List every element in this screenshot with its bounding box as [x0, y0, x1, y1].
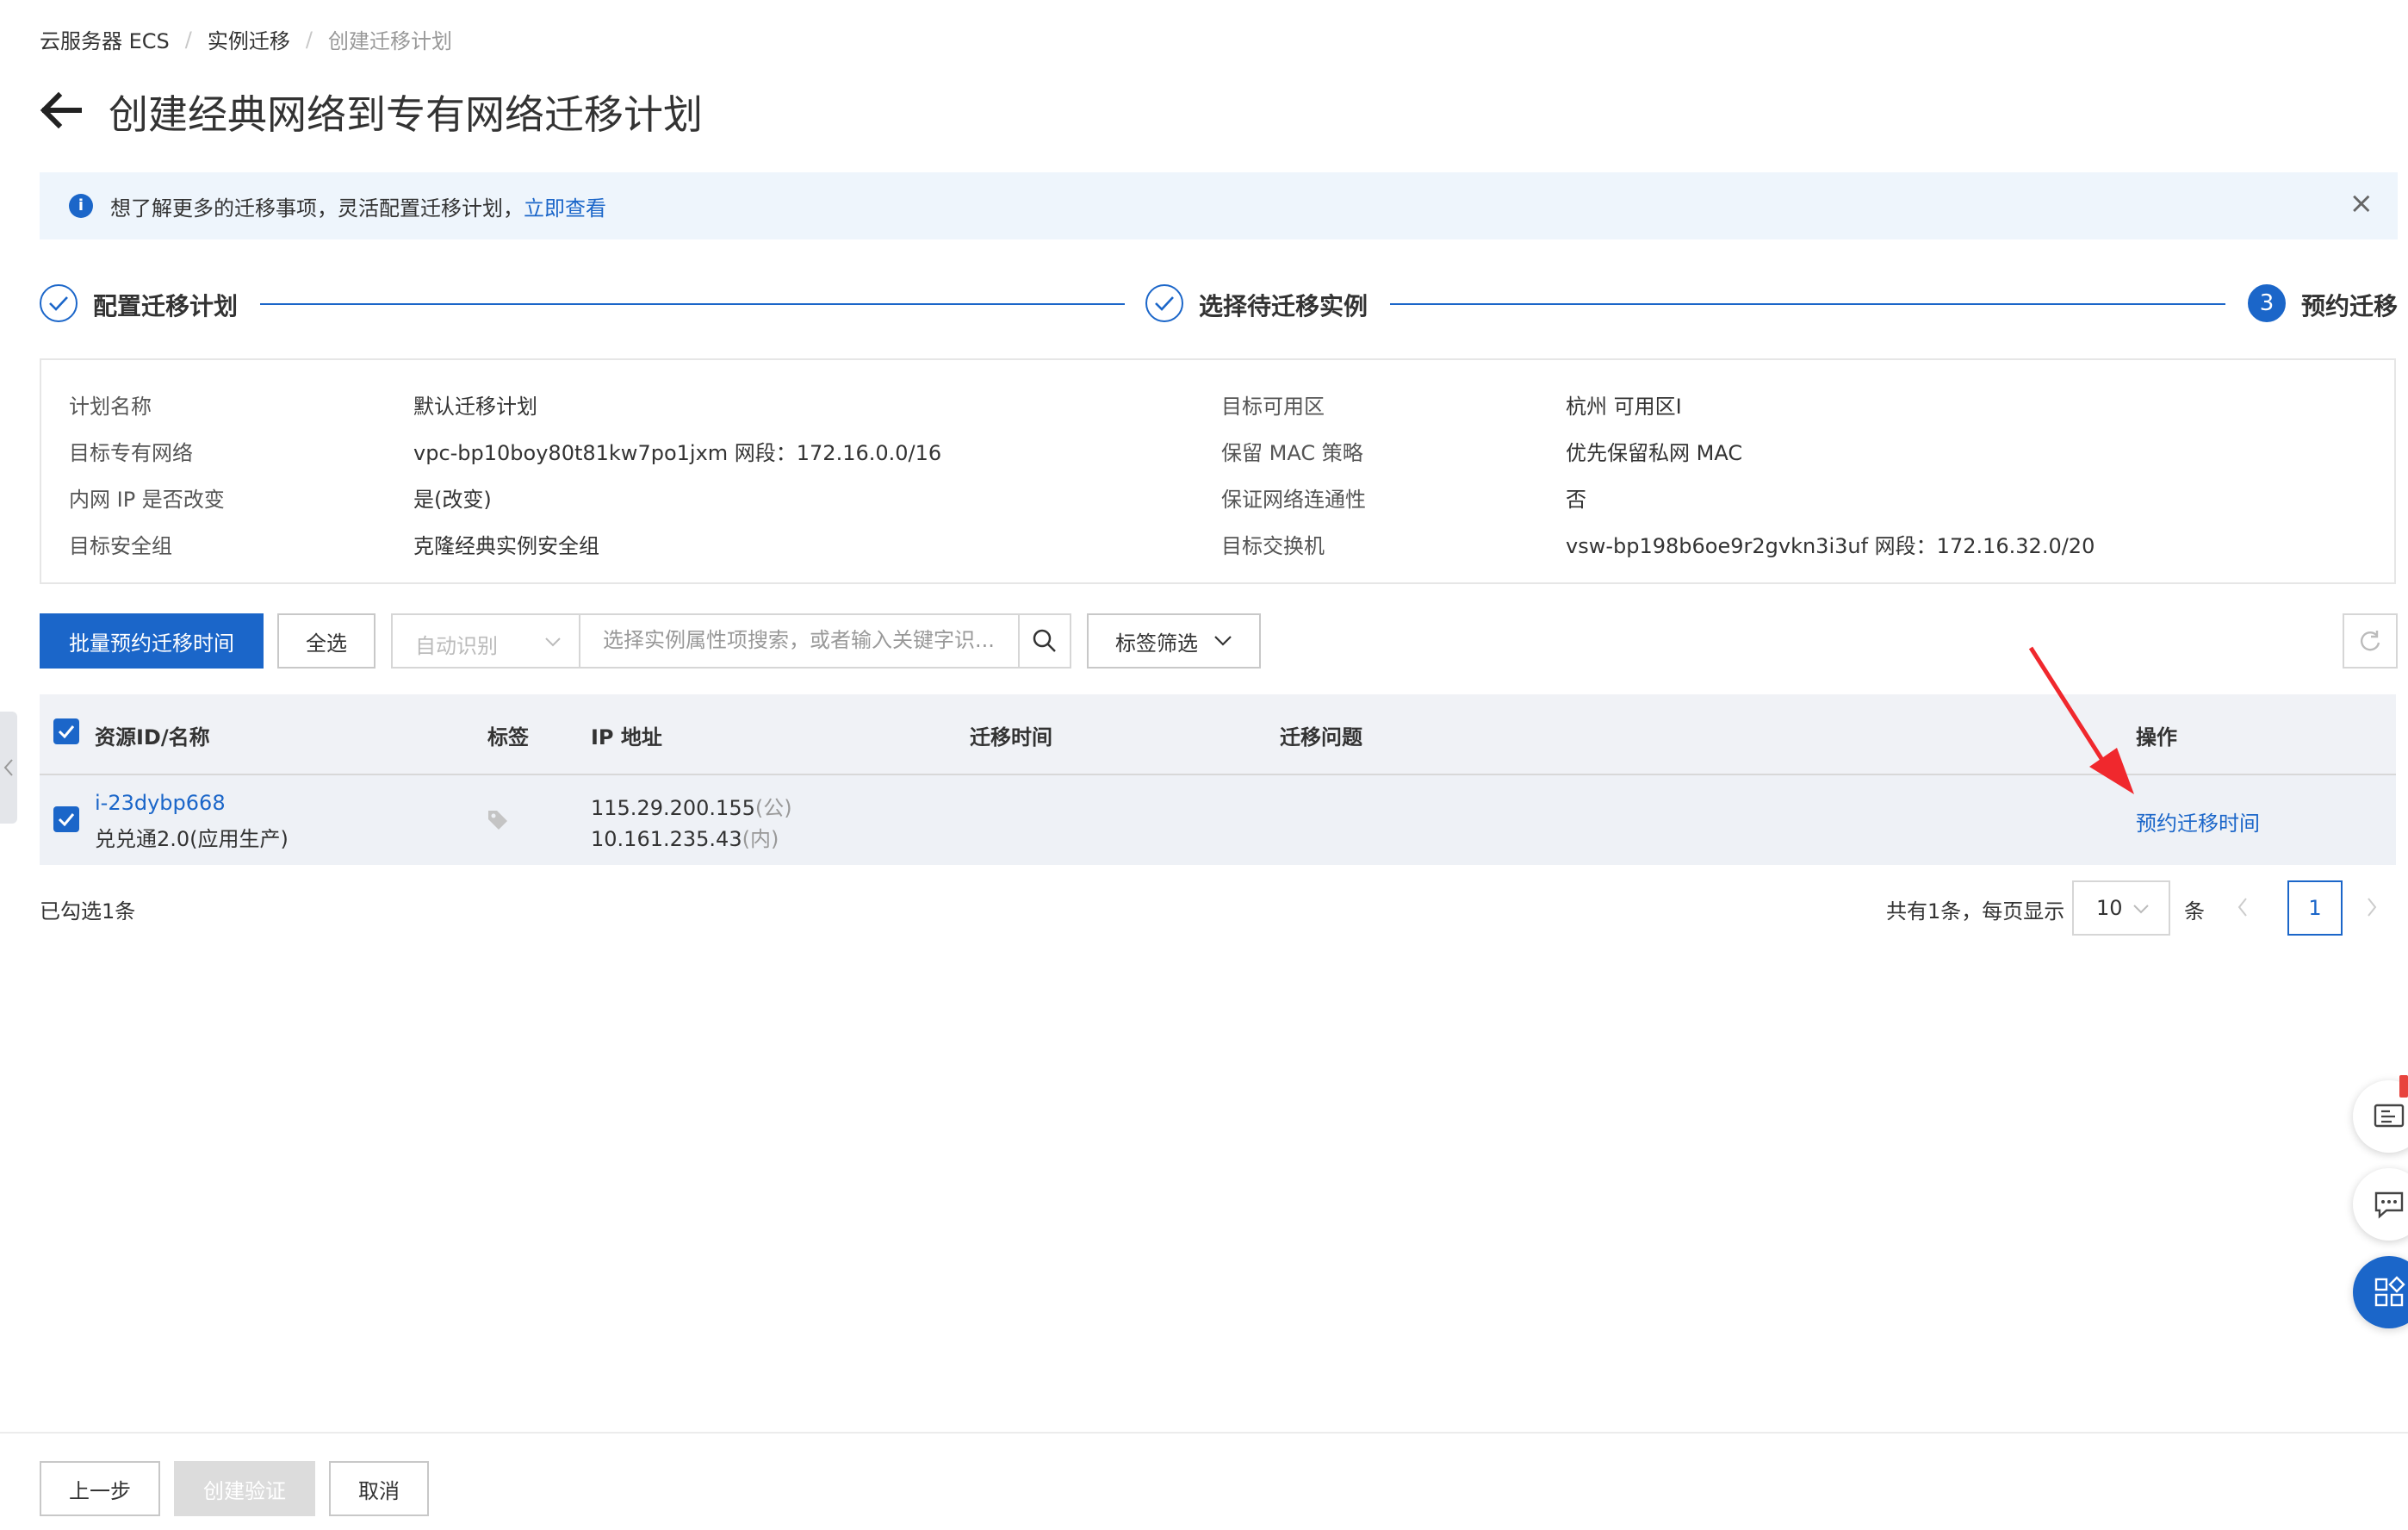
page-title: 创建经典网络到专有网络迁移计划: [109, 91, 703, 138]
step-2-label: 选择待迁移实例: [1199, 292, 1368, 320]
breadcrumb-separator: /: [184, 27, 192, 52]
summary-key: 目标交换机: [1221, 534, 1325, 558]
info-icon: i: [69, 194, 93, 218]
private-ip-suffix: (内): [742, 827, 779, 851]
chevron-left-icon: [3, 759, 13, 776]
column-header-resource: 资源ID/名称: [95, 725, 210, 749]
back-arrow-icon[interactable]: [38, 88, 83, 133]
column-header-migration-issue: 迁移问题: [1280, 725, 1362, 749]
select-all-button[interactable]: 全选: [277, 613, 375, 669]
step-1-label: 配置迁移计划: [93, 292, 239, 320]
summary-key: 保证网络连通性: [1221, 488, 1366, 512]
cancel-button[interactable]: 取消: [329, 1461, 429, 1516]
step-3-label: 预约迁移: [2301, 292, 2399, 320]
step-3-number: 3: [2248, 284, 2286, 322]
summary-value: 默认迁移计划: [413, 395, 537, 419]
footer-divider: [0, 1432, 2408, 1434]
column-header-migration-time: 迁移时间: [970, 725, 1052, 749]
chevron-right-icon[interactable]: [2365, 896, 2379, 918]
summary-value: 杭州 可用区I: [1566, 395, 1682, 419]
summary-value: 是(改变): [413, 488, 492, 512]
notice-view-link[interactable]: 立即查看: [524, 196, 606, 221]
checkmark-icon: [58, 813, 75, 826]
private-ip-value: 10.161.235.43: [591, 827, 742, 851]
tag-filter-button[interactable]: 标签筛选: [1087, 613, 1261, 669]
search-icon: [1033, 629, 1056, 652]
public-ip-value: 115.29.200.155: [591, 796, 755, 820]
tag-icon[interactable]: [486, 808, 510, 832]
summary-value: vpc-bp10boy80t81kw7po1jxm 网段：172.16.0.0/…: [413, 441, 942, 465]
info-notice: i 想了解更多的迁移事项，灵活配置迁移计划，立即查看 ×: [40, 172, 2398, 239]
chevron-down-icon: [1214, 636, 1232, 646]
search-field[interactable]: [579, 613, 1020, 669]
summary-value: 克隆经典实例安全组: [413, 534, 599, 558]
summary-key: 目标专有网络: [69, 441, 193, 465]
notice-text: 想了解更多的迁移事项，灵活配置迁移计划，立即查看: [110, 191, 606, 221]
breadcrumb-current: 创建迁移计划: [327, 29, 452, 53]
public-ip: 115.29.200.155(公): [591, 791, 792, 821]
step-connector: [260, 303, 1125, 305]
breadcrumb-separator: /: [305, 27, 313, 52]
summary-key: 目标安全组: [69, 534, 172, 558]
instance-name: 兑兑通2.0(应用生产): [95, 827, 289, 851]
close-icon[interactable]: ×: [2349, 186, 2374, 221]
plan-summary: 计划名称 默认迁移计划 目标专有网络 vpc-bp10boy80t81kw7po…: [40, 358, 2396, 584]
auto-detect-placeholder: 自动识别: [415, 634, 498, 658]
search-button[interactable]: [1018, 613, 1071, 669]
chevron-down-icon: [2132, 898, 2150, 918]
auto-detect-select[interactable]: 自动识别: [391, 613, 580, 669]
page-size-value: 10: [2096, 896, 2123, 920]
step-connector: [1390, 303, 2225, 305]
public-ip-suffix: (公): [754, 796, 792, 820]
grid-icon: [2374, 1276, 2405, 1307]
batch-schedule-button[interactable]: 批量预约迁移时间: [40, 613, 264, 669]
summary-key: 内网 IP 是否改变: [69, 488, 225, 512]
create-validation-button[interactable]: 创建验证: [174, 1461, 315, 1516]
notice-message: 想了解更多的迁移事项，灵活配置迁移计划，: [110, 196, 524, 221]
chevron-left-icon[interactable]: [2236, 896, 2250, 918]
feedback-button[interactable]: [2353, 1168, 2408, 1241]
step-2-check-icon: [1145, 284, 1183, 322]
step-1-check-icon: [40, 284, 78, 322]
page-size-unit: 条: [2184, 899, 2205, 924]
pagination-total: 共有1条，每页显示: [1886, 899, 2065, 924]
summary-value: 优先保留私网 MAC: [1566, 441, 1743, 465]
summary-value: 否: [1566, 488, 1586, 512]
page-button-current[interactable]: 1: [2287, 880, 2343, 936]
breadcrumb-item-migration[interactable]: 实例迁移: [208, 24, 290, 54]
summary-value: vsw-bp198b6oe9r2gvkn3i3uf 网段：172.16.32.0…: [1566, 534, 2095, 558]
private-ip: 10.161.235.43(内): [591, 822, 779, 852]
schedule-migration-link[interactable]: 预约迁移时间: [2136, 806, 2260, 837]
sidebar-toggle[interactable]: [0, 712, 17, 824]
column-header-tags: 标签: [487, 725, 529, 749]
previous-step-button[interactable]: 上一步: [40, 1461, 160, 1516]
chevron-down-icon: [544, 631, 562, 652]
tag-filter-label: 标签筛选: [1115, 631, 1198, 656]
summary-key: 保留 MAC 策略: [1221, 441, 1363, 465]
column-header-ip: IP 地址: [591, 725, 662, 749]
checkmark-icon: [58, 725, 75, 738]
notification-dot: [2399, 1075, 2408, 1098]
instance-id-link[interactable]: i-23dybp668: [95, 791, 226, 815]
selection-count: 已勾选1条: [40, 899, 136, 924]
breadcrumb: 云服务器 ECS / 实例迁移 / 创建迁移计划: [40, 24, 452, 54]
apps-button[interactable]: [2353, 1256, 2408, 1328]
refresh-icon: [2361, 631, 2380, 651]
breadcrumb-item-ecs[interactable]: 云服务器 ECS: [40, 24, 170, 54]
refresh-button[interactable]: [2343, 613, 2398, 669]
annotation-arrow-icon: [2028, 646, 2134, 794]
row-checkbox[interactable]: [53, 806, 79, 832]
select-all-checkbox[interactable]: [53, 718, 79, 744]
chat-icon: [2374, 1191, 2404, 1219]
book-icon: [2374, 1104, 2405, 1128]
search-input[interactable]: [601, 627, 1001, 653]
summary-key: 计划名称: [69, 395, 152, 419]
summary-key: 目标可用区: [1221, 395, 1325, 419]
page-size-select[interactable]: 10: [2072, 880, 2170, 936]
